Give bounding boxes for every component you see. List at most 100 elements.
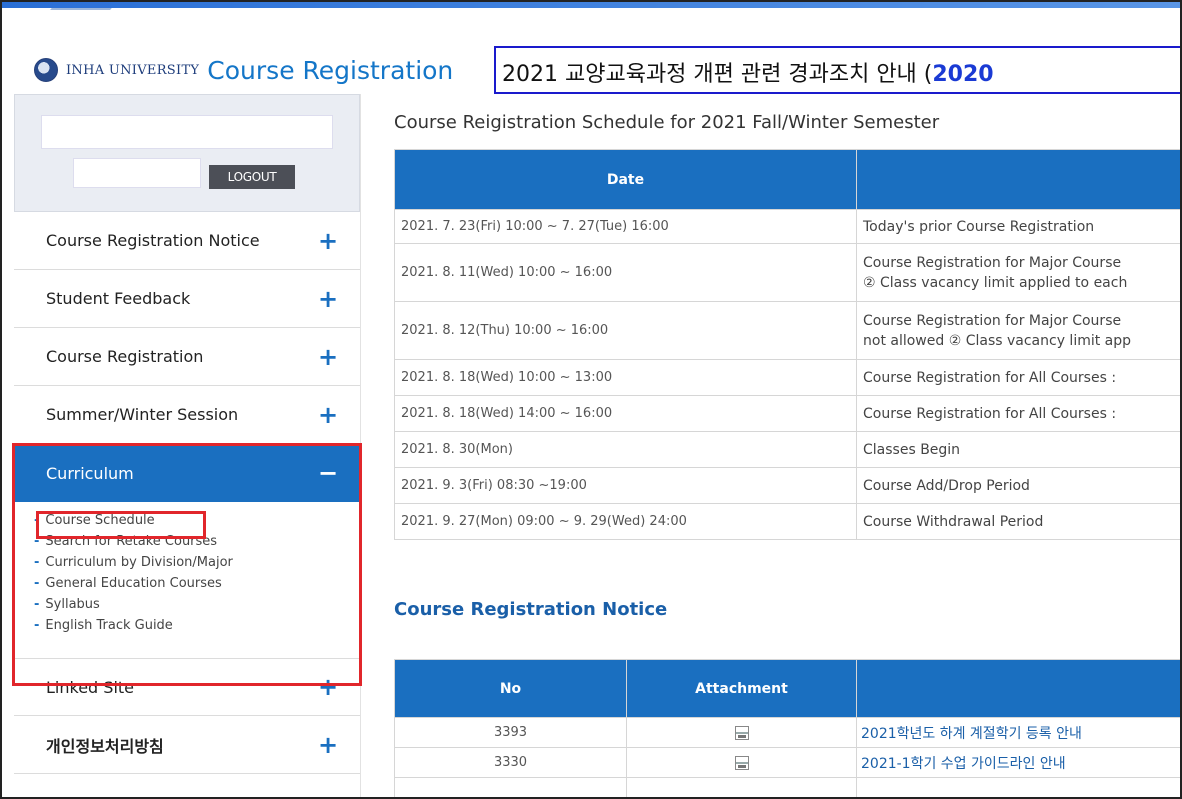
sidebar-item-curriculum[interactable]: Curriculum − — [14, 444, 360, 502]
top-stripe — [2, 2, 1180, 8]
table-row — [394, 777, 1180, 797]
column-header-title — [856, 659, 1180, 718]
table-row: 2021. 8. 18(Wed) 14:00 ~ 16:00 Course Re… — [394, 395, 1180, 432]
submenu-item-english-track[interactable]: - English Track Guide — [34, 615, 360, 636]
top-banner — [2, 2, 1180, 42]
date-cell: 2021. 7. 23(Fri) 10:00 ~ 7. 27(Tue) 16:0… — [394, 209, 857, 244]
sidebar-item-label: Summer/Winter Session — [46, 405, 239, 424]
sidebar-item-course-registration[interactable]: Course Registration + — [14, 328, 360, 386]
logout-button[interactable]: LOGOUT — [209, 165, 295, 189]
plus-icon[interactable]: + — [318, 285, 338, 313]
table-row: 3393 2021학년도 하계 계절학기 등록 안내 — [394, 717, 1180, 748]
description-cell: Course Withdrawal Period — [856, 503, 1180, 540]
date-cell: 2021. 8. 30(Mon) — [394, 431, 857, 468]
university-emblem-icon — [34, 58, 58, 82]
table-row: 2021. 8. 11(Wed) 10:00 ~ 16:00 Course Re… — [394, 243, 1180, 302]
site-title: Course Registration — [207, 55, 454, 85]
date-cell: 2021. 8. 12(Thu) 10:00 ~ 16:00 — [394, 301, 857, 360]
sidebar-item-label: Course Registration — [46, 347, 204, 366]
date-cell: 2021. 9. 3(Fri) 08:30 ~19:00 — [394, 467, 857, 504]
description-cell: Course Registration for All Courses : — [856, 395, 1180, 432]
attachment-cell — [626, 717, 857, 748]
submenu-item-general-education[interactable]: - General Education Courses — [34, 573, 360, 594]
sidebar-item-student-feedback[interactable]: Student Feedback + — [14, 270, 360, 328]
sidebar-item-summer-winter-session[interactable]: Summer/Winter Session + — [14, 386, 360, 444]
description-cell: Course Registration for All Courses : — [856, 359, 1180, 396]
submenu-item-course-schedule[interactable]: - Course Schedule — [34, 510, 360, 531]
submenu-item-search-retake[interactable]: - Search for Retake Courses — [34, 531, 360, 552]
plus-icon[interactable]: + — [318, 227, 338, 255]
notice-no-cell: 3330 — [394, 747, 627, 778]
notice-banner-text: 2021 교양교육과정 개편 관련 경과조치 안내 ( — [502, 62, 933, 87]
decorative-slash — [28, 8, 112, 36]
sidebar-item-course-registration-notice[interactable]: Course Registration Notice + — [14, 212, 360, 270]
bullet-dash-icon: - — [34, 513, 40, 528]
description-cell: Course Add/Drop Period — [856, 467, 1180, 504]
notice-title-link[interactable]: 2021학년도 하계 계절학기 등록 안내 — [856, 717, 1180, 748]
submenu-item-curriculum-by-division[interactable]: - Curriculum by Division/Major — [34, 552, 360, 573]
submenu-label: English Track Guide — [45, 618, 173, 633]
sidebar-item-label: Student Feedback — [46, 289, 191, 308]
bullet-dash-icon: - — [34, 576, 40, 591]
plus-icon[interactable]: + — [318, 731, 338, 759]
table-row: 3330 2021-1학기 수업 가이드라인 안내 — [394, 747, 1180, 778]
plus-icon[interactable]: + — [318, 343, 338, 371]
column-header-date: Date — [394, 149, 857, 210]
browser-frame: INHA UNIVERSITY Course Registration 2021… — [0, 0, 1182, 799]
minus-icon[interactable]: − — [318, 459, 338, 487]
table-header-row: Date — [394, 149, 1180, 210]
description-line: Course Registration for All Courses : — [863, 369, 1117, 386]
sidebar: LOGOUT Course Registration Notice + Stud… — [14, 94, 361, 797]
sidebar-item-label: Course Registration Notice — [46, 231, 260, 250]
notice-banner-highlight: 2020 — [932, 62, 994, 87]
submenu-label: General Education Courses — [45, 576, 222, 591]
column-header-no: No — [394, 659, 627, 718]
bullet-dash-icon: - — [34, 618, 40, 633]
plus-icon[interactable]: + — [318, 401, 338, 429]
attachment-file-icon[interactable] — [734, 755, 749, 770]
date-cell: 2021. 9. 27(Mon) 09:00 ~ 9. 29(Wed) 24:0… — [394, 503, 857, 540]
description-line: not allowed ② Class vacancy limit app — [863, 332, 1132, 349]
submenu-label: Syllabus — [45, 597, 100, 612]
notice-section-title: Course Registration Notice — [394, 599, 668, 620]
submenu-label: Search for Retake Courses — [45, 534, 218, 549]
table-row: 2021. 8. 12(Thu) 10:00 ~ 16:00 Course Re… — [394, 301, 1180, 360]
sidebar-item-label: Curriculum — [46, 463, 134, 483]
table-header-row: No Attachment — [394, 659, 1180, 718]
attachment-file-icon[interactable] — [734, 725, 749, 740]
attachment-cell — [626, 747, 857, 778]
user-id-field — [73, 158, 201, 188]
description-cell: Course Registration for Major Course not … — [856, 301, 1180, 360]
description-line: Today's prior Course Registration — [863, 218, 1095, 235]
notice-title-link[interactable]: 2021-1학기 수업 가이드라인 안내 — [856, 747, 1180, 778]
submenu-item-syllabus[interactable]: - Syllabus — [34, 594, 360, 615]
curriculum-submenu: - Course Schedule - Search for Retake Cour… — [14, 502, 360, 646]
description-line: Course Registration for Major Course — [863, 254, 1122, 271]
site-logo[interactable]: INHA UNIVERSITY Course Registration — [34, 50, 453, 90]
table-row: 2021. 9. 27(Mon) 09:00 ~ 9. 29(Wed) 24:0… — [394, 503, 1180, 540]
description-line: Course Add/Drop Period — [863, 477, 1030, 494]
description-cell: Course Registration for Major Course ② Cl… — [856, 243, 1180, 302]
login-panel: LOGOUT — [14, 94, 360, 212]
bullet-dash-icon: - — [34, 534, 40, 549]
sidebar-item-privacy-policy[interactable]: 개인정보처리방침 + — [14, 716, 360, 774]
user-info-field — [41, 115, 333, 149]
notice-no-cell: 3393 — [394, 717, 627, 748]
notice-table: No Attachment 3393 2021학년도 하계 계절학기 등록 안내… — [394, 659, 1180, 797]
notice-banner[interactable]: 2021 교양교육과정 개편 관련 경과조치 안내 (2020 — [494, 46, 1180, 94]
sidebar-item-label: Linked Site — [46, 677, 134, 697]
description-line: Course Withdrawal Period — [863, 513, 1044, 530]
table-row: 2021. 7. 23(Fri) 10:00 ~ 7. 27(Tue) 16:0… — [394, 209, 1180, 244]
date-cell: 2021. 8. 18(Wed) 10:00 ~ 13:00 — [394, 359, 857, 396]
description-cell: Today's prior Course Registration — [856, 209, 1180, 244]
description-line: Course Registration for All Courses : — [863, 405, 1117, 422]
main-content: Course Reigistration Schedule for 2021 F… — [394, 94, 1180, 797]
table-row: 2021. 8. 30(Mon) Classes Begin — [394, 431, 1180, 468]
bullet-dash-icon: - — [34, 555, 40, 570]
date-cell: 2021. 8. 18(Wed) 14:00 ~ 16:00 — [394, 395, 857, 432]
table-row: 2021. 8. 18(Wed) 10:00 ~ 13:00 Course Re… — [394, 359, 1180, 396]
plus-icon[interactable]: + — [318, 673, 338, 701]
sidebar-item-linked-site[interactable]: Linked Site + — [14, 658, 360, 716]
column-header-attachment: Attachment — [626, 659, 857, 718]
column-header-description — [856, 149, 1180, 210]
